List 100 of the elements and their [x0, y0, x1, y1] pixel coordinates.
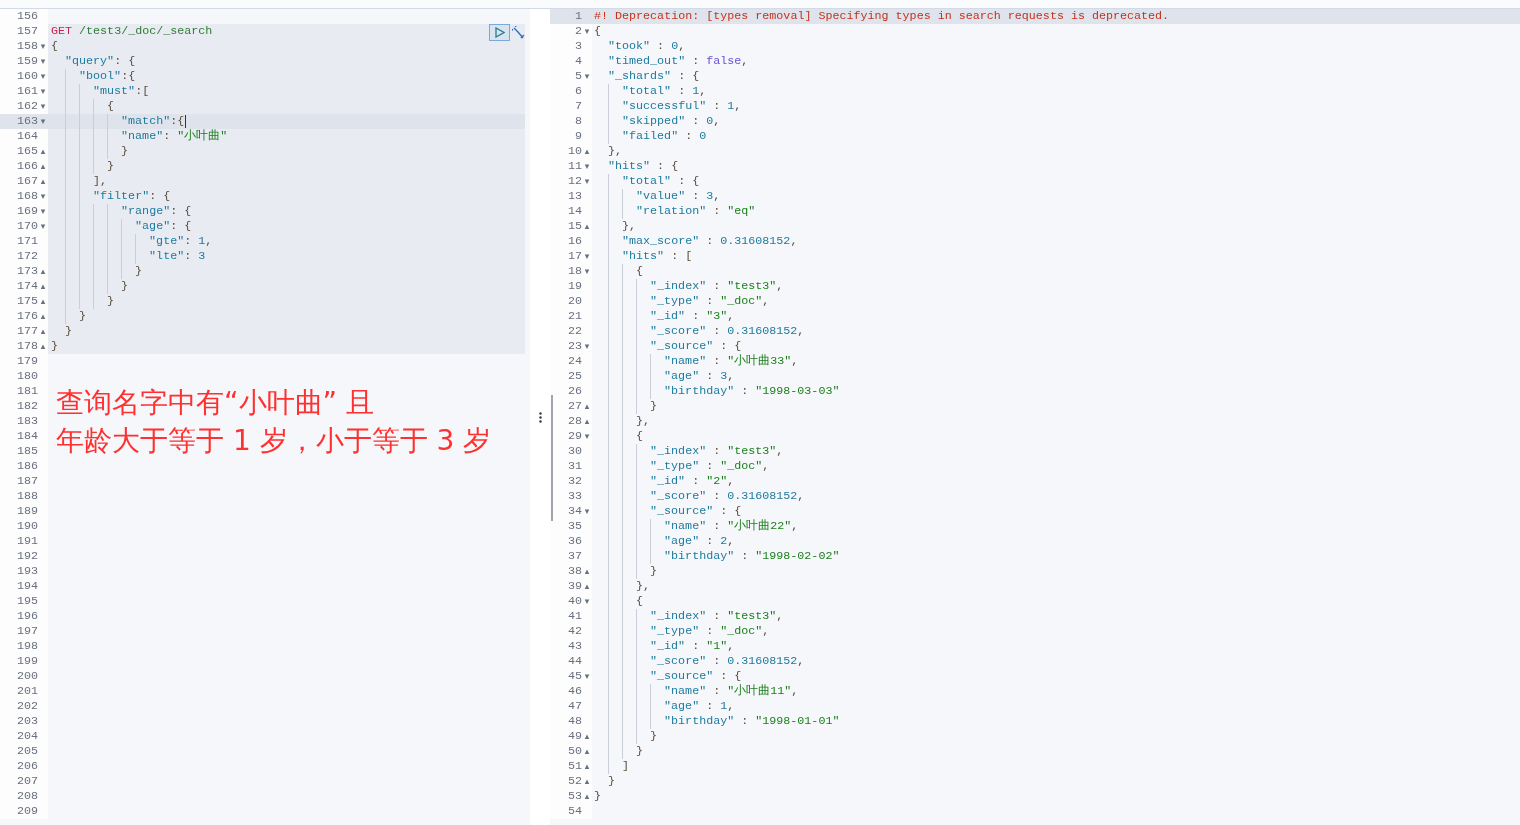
fold-toggle[interactable]: ▴: [584, 414, 590, 429]
line-number: 175: [16, 294, 38, 309]
code-line: "_index" : "test3",: [594, 609, 784, 624]
fold-toggle[interactable]: ▴: [40, 144, 46, 159]
fold-toggle[interactable]: ▴: [584, 399, 590, 414]
line-number: 50: [567, 744, 582, 759]
fold-toggle[interactable]: ▾: [584, 669, 590, 684]
fold-toggle[interactable]: ▴: [584, 729, 590, 744]
fold-toggle[interactable]: ▴: [584, 789, 590, 804]
line-number: 45: [567, 669, 582, 684]
line-number: 24: [567, 354, 582, 369]
code-line: "total" : {: [594, 174, 700, 189]
line-number: 26: [567, 384, 582, 399]
line-number: 183: [16, 414, 38, 429]
fold-toggle[interactable]: ▾: [40, 189, 46, 204]
code-line: ],: [51, 174, 108, 189]
line-number: 192: [16, 549, 38, 564]
line-number: 4: [575, 54, 582, 69]
fold-toggle[interactable]: ▴: [40, 309, 46, 324]
fold-toggle[interactable]: ▴: [584, 774, 590, 789]
line-number: 207: [16, 774, 38, 789]
line-number: 161: [16, 84, 38, 99]
line-number: 47: [567, 699, 582, 714]
play-icon: [494, 27, 505, 38]
fold-toggle[interactable]: ▴: [584, 564, 590, 579]
line-number: 165: [16, 144, 38, 159]
fold-toggle[interactable]: ▾: [40, 219, 46, 234]
code-line: "_source" : {: [594, 669, 742, 684]
code-line: "relation" : "eq": [594, 204, 756, 219]
code-line: }: [51, 264, 143, 279]
line-number: 189: [16, 504, 38, 519]
line-number: 31: [567, 459, 582, 474]
fold-toggle[interactable]: ▾: [40, 69, 46, 84]
fold-toggle[interactable]: ▴: [40, 159, 46, 174]
code-line: }: [594, 789, 601, 804]
fold-toggle[interactable]: ▾: [584, 264, 590, 279]
code-line: "successful" : 1,: [594, 99, 742, 114]
fold-toggle[interactable]: ▾: [40, 204, 46, 219]
line-number: 177: [16, 324, 38, 339]
line-number: 32: [567, 474, 582, 489]
fold-toggle[interactable]: ▾: [584, 249, 590, 264]
fold-toggle[interactable]: ▾: [40, 54, 46, 69]
line-number: 171: [16, 234, 38, 249]
run-button[interactable]: [489, 24, 510, 41]
line-number: 9: [575, 129, 582, 144]
line-number: 35: [567, 519, 582, 534]
fold-toggle[interactable]: ▴: [584, 579, 590, 594]
code-line: }: [51, 279, 129, 294]
fold-toggle[interactable]: ▴: [40, 174, 46, 189]
code-line: }: [594, 729, 658, 744]
fold-toggle[interactable]: ▴: [40, 279, 46, 294]
line-number: 163: [16, 114, 38, 129]
code-line: "filter": {: [51, 189, 171, 204]
line-number: 197: [16, 624, 38, 639]
code-line: },: [594, 219, 637, 234]
code-line: {: [594, 594, 644, 609]
fold-toggle[interactable]: ▴: [40, 264, 46, 279]
fold-toggle[interactable]: ▾: [584, 159, 590, 174]
fold-toggle[interactable]: ▾: [584, 594, 590, 609]
code-line: {: [51, 39, 58, 54]
fold-toggle[interactable]: ▴: [40, 324, 46, 339]
fold-toggle[interactable]: ▴: [40, 294, 46, 309]
fold-toggle[interactable]: ▾: [584, 174, 590, 189]
fold-toggle[interactable]: ▾: [584, 339, 590, 354]
fold-toggle[interactable]: ▾: [40, 39, 46, 54]
fold-toggle[interactable]: ▾: [584, 429, 590, 444]
scrollbar-thumb[interactable]: [551, 395, 553, 521]
line-number: 158: [16, 39, 38, 54]
fold-toggle[interactable]: ▴: [584, 144, 590, 159]
code-line: }: [607, 774, 616, 789]
fold-toggle[interactable]: ▴: [584, 759, 590, 774]
code-line: {: [594, 24, 601, 39]
fold-toggle[interactable]: ▾: [40, 99, 46, 114]
fold-toggle[interactable]: ▴: [40, 339, 46, 354]
fold-toggle[interactable]: ▾: [584, 504, 590, 519]
code-line: "name" : "小叶曲33",: [594, 354, 799, 369]
fold-toggle[interactable]: ▾: [40, 84, 46, 99]
fold-toggle[interactable]: ▾: [40, 114, 46, 129]
code-line: }: [51, 294, 115, 309]
line-number: 199: [16, 654, 38, 669]
annotation-text: 年龄大于等于 1 岁，小于等于 3 岁: [56, 425, 492, 457]
line-number: 184: [16, 429, 38, 444]
code-line: "name" : "小叶曲11",: [594, 684, 799, 699]
code-line: "age": {: [51, 219, 192, 234]
line-number: 19: [567, 279, 582, 294]
code-line: "_type" : "_doc",: [594, 294, 770, 309]
line-number: 208: [16, 789, 38, 804]
line-number: 169: [16, 204, 38, 219]
drag-handle-icon[interactable]: [538, 411, 542, 423]
fold-toggle[interactable]: ▴: [584, 219, 590, 234]
code-line: },: [594, 414, 651, 429]
fold-toggle[interactable]: ▾: [584, 24, 590, 39]
code-line: "_index" : "test3",: [594, 279, 784, 294]
code-line: "timed_out" : false,: [607, 54, 749, 69]
line-number: 176: [16, 309, 38, 324]
line-number: 157: [16, 24, 38, 39]
fold-toggle[interactable]: ▾: [584, 69, 590, 84]
fold-toggle[interactable]: ▴: [584, 744, 590, 759]
line-number: 188: [16, 489, 38, 504]
line-number: 54: [567, 804, 582, 819]
